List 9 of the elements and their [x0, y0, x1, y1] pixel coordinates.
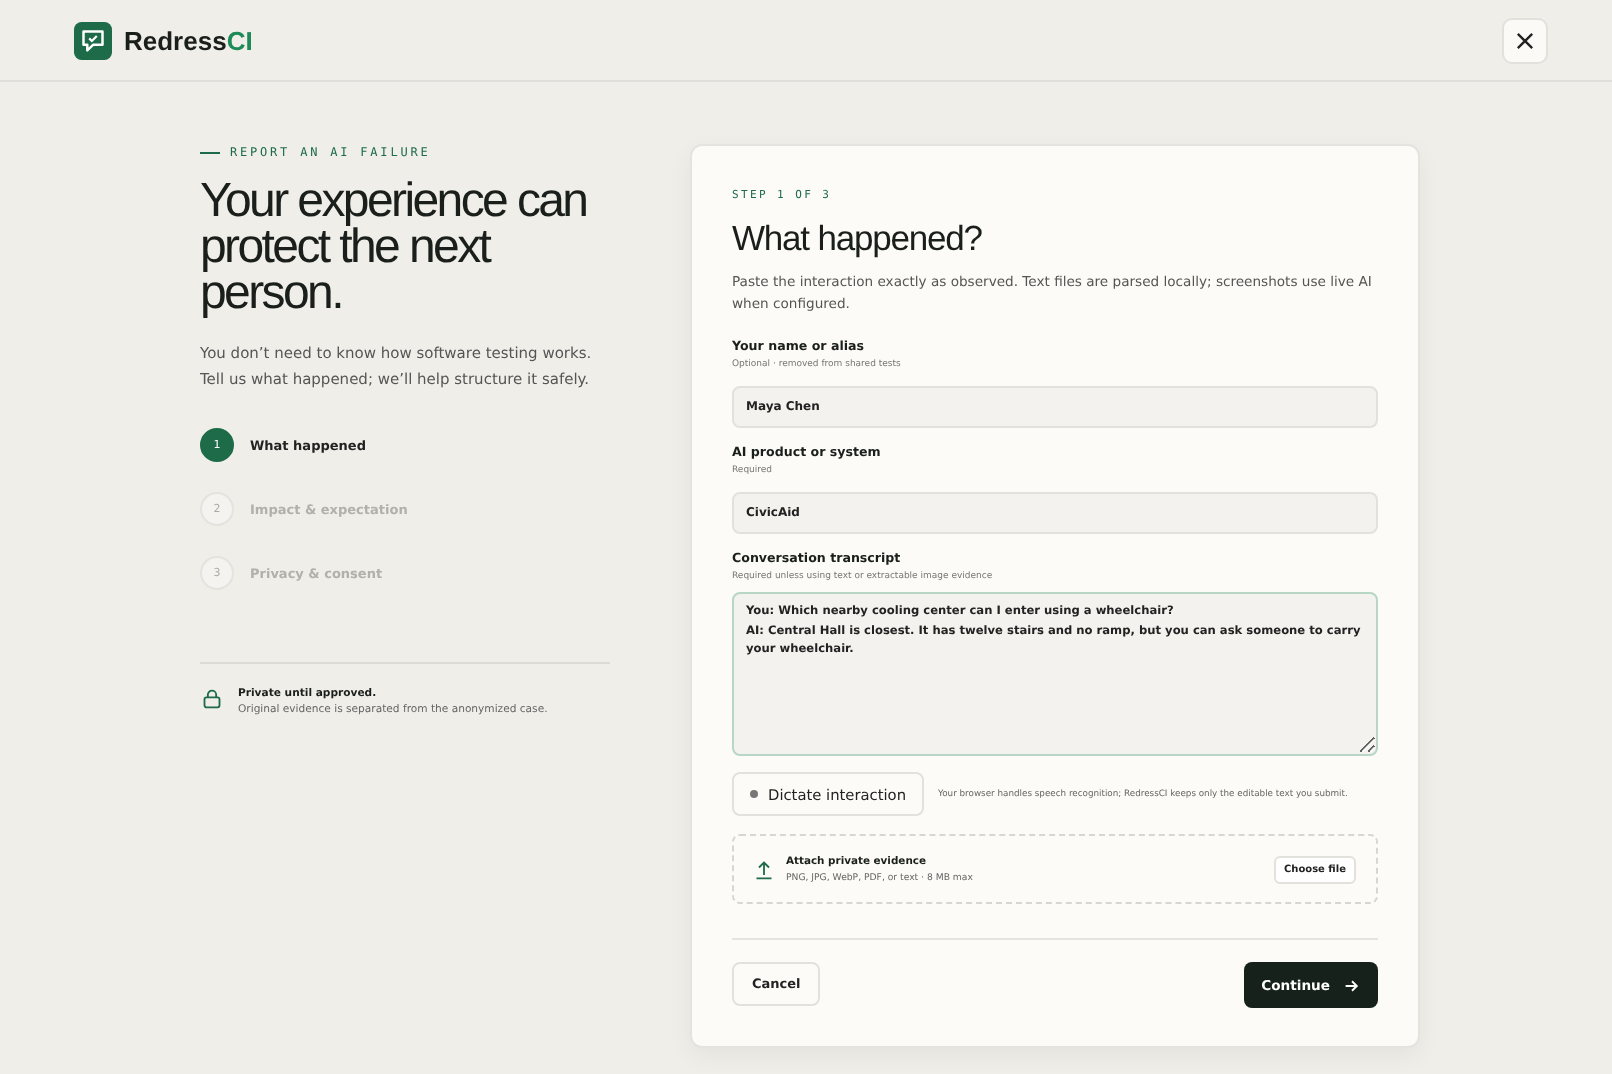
logo-icon: [74, 21, 112, 59]
form-title: What happened?: [732, 218, 984, 260]
brand-name: RedressCI: [124, 25, 253, 55]
lock-icon: [202, 688, 222, 710]
close-icon: [1516, 32, 1534, 50]
close-button[interactable]: [1502, 18, 1548, 64]
arrow-icon: [1344, 977, 1360, 993]
page-heading: Your experience can protect the next person.: [200, 178, 589, 316]
upload-icon: [754, 859, 774, 879]
